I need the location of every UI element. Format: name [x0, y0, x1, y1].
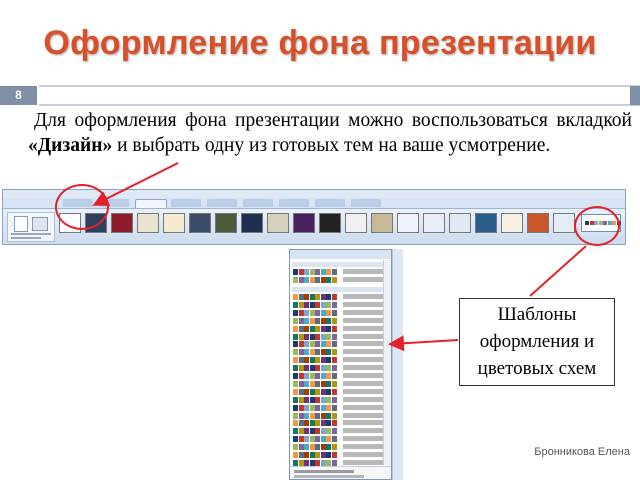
- annotation-arrows: [92, 162, 587, 352]
- arrow-to-design-tab: [92, 162, 179, 206]
- arrow-to-color-scheme-button: [529, 245, 587, 297]
- arrow-to-dropdown: [388, 335, 459, 352]
